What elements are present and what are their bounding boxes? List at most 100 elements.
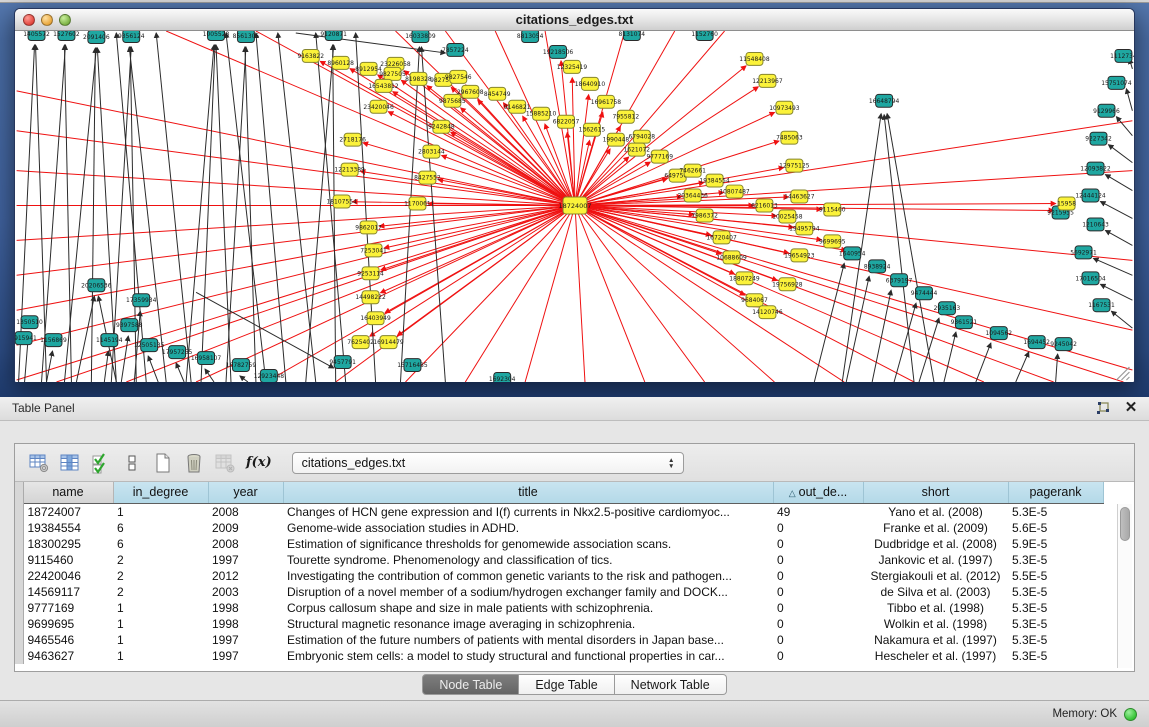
graph-node[interactable]: 1210643 <box>1082 218 1109 231</box>
cell-pagerank[interactable]: 5.3E-5 <box>1008 632 1103 648</box>
graph-node[interactable]: 16961758 <box>591 95 622 108</box>
graph-node[interactable]: 8454749 <box>484 87 511 100</box>
function-builder-button[interactable]: f(x) <box>246 455 272 470</box>
tab-network-table[interactable]: Network Table <box>615 674 727 695</box>
close-panel-button[interactable]: ✕ <box>1123 400 1139 416</box>
table-row[interactable]: 1830029562008Estimation of significance … <box>15 536 1103 552</box>
graph-node[interactable]: 1350510 <box>16 316 43 329</box>
cell-out_degree[interactable]: 0 <box>773 552 863 568</box>
cell-name[interactable]: 9777169 <box>23 600 113 616</box>
show-columns-button[interactable] <box>56 449 84 477</box>
graph-node[interactable]: 16720407 <box>706 231 737 244</box>
cell-short[interactable]: Stergiakouli et al. (2012) <box>863 568 1008 584</box>
graph-node[interactable]: 9227342 <box>1085 132 1112 145</box>
column-header-pagerank[interactable]: pagerank <box>1008 482 1103 503</box>
graph-node[interactable]: 16648794 <box>869 94 900 107</box>
cell-title[interactable]: Estimation of significance thresholds fo… <box>283 536 773 552</box>
cell-pagerank[interactable]: 5.3E-5 <box>1008 648 1103 664</box>
graph-node[interactable]: 12923448 <box>254 370 285 382</box>
cell-out_degree[interactable]: 0 <box>773 632 863 648</box>
graph-node[interactable]: 19384554 <box>699 174 730 187</box>
graph-node[interactable]: 9245042 <box>1050 338 1077 351</box>
vertical-scrollbar[interactable] <box>1117 504 1132 668</box>
table-row[interactable]: 1938455462009Genome-wide association stu… <box>15 520 1103 536</box>
cell-in_degree[interactable]: 1 <box>113 648 208 664</box>
table-row[interactable]: 2242004622012Investigating the contribut… <box>15 568 1103 584</box>
cell-pagerank[interactable]: 5.3E-5 <box>1008 584 1103 600</box>
graph-node[interactable]: 9474444 <box>911 287 938 300</box>
cell-out_degree[interactable]: 0 <box>773 536 863 552</box>
graph-node[interactable]: 8912954 <box>355 62 382 75</box>
cell-pagerank[interactable]: 5.5E-5 <box>1008 568 1103 584</box>
graph-node[interactable]: 12505135 <box>134 339 165 352</box>
graph-node[interactable]: 7986372 <box>691 209 718 222</box>
cell-title[interactable]: Corpus callosum shape and size in male p… <box>283 600 773 616</box>
table-select-dropdown[interactable]: citations_edges.txt ▲▼ <box>292 452 684 474</box>
cell-year[interactable]: 1997 <box>208 552 283 568</box>
graph-node[interactable]: 7857224 <box>442 43 469 56</box>
graph-node[interactable]: 1405572 <box>23 31 50 40</box>
cell-name[interactable]: 9115460 <box>23 552 113 568</box>
table-row[interactable]: 969969511998Structural magnetic resonanc… <box>15 616 1103 632</box>
cell-short[interactable]: Dudbridge et al. (2008) <box>863 536 1008 552</box>
graph-node[interactable]: 16543812 <box>368 79 399 92</box>
cell-out_degree[interactable]: 0 <box>773 648 863 664</box>
cell-name[interactable]: 18724007 <box>23 503 113 520</box>
cell-short[interactable]: Yano et al. (2008) <box>863 503 1008 520</box>
column-header-in_degree[interactable]: in_degree <box>113 482 208 503</box>
cell-name[interactable]: 9463627 <box>23 648 113 664</box>
graph-node[interactable]: 8561305 <box>233 31 260 42</box>
cell-name[interactable]: 18300295 <box>23 536 113 552</box>
window-titlebar[interactable]: citations_edges.txt <box>15 9 1134 31</box>
cell-title[interactable]: Changes of HCN gene expression and I(f) … <box>283 503 773 520</box>
cell-out_degree[interactable]: 49 <box>773 503 863 520</box>
cell-pagerank[interactable]: 5.3E-5 <box>1008 503 1103 520</box>
tab-edge-table[interactable]: Edge Table <box>519 674 614 695</box>
cell-name[interactable]: 22420046 <box>23 568 113 584</box>
graph-node[interactable]: 19654923 <box>784 249 815 262</box>
cell-year[interactable]: 2003 <box>208 584 283 600</box>
cell-name[interactable]: 9699695 <box>23 616 113 632</box>
graph-node[interactable]: 7625402 <box>347 336 374 349</box>
graph-node[interactable]: 11548408 <box>739 52 770 65</box>
graph-node[interactable]: 1694452 <box>1023 336 1050 349</box>
graph-node[interactable]: 10025458 <box>772 210 803 223</box>
cell-short[interactable]: Franke et al. (2009) <box>863 520 1008 536</box>
create-table-button[interactable] <box>149 449 177 477</box>
cell-out_degree[interactable]: 0 <box>773 616 863 632</box>
cell-year[interactable]: 2008 <box>208 503 283 520</box>
cell-in_degree[interactable]: 1 <box>113 632 208 648</box>
graph-node[interactable]: 1362615 <box>579 123 606 136</box>
graph-node[interactable]: 20206536 <box>81 279 112 292</box>
cell-short[interactable]: Hescheler et al. (1997) <box>863 648 1008 664</box>
graph-node[interactable]: 3915941 <box>15 332 37 345</box>
graph-node[interactable]: 1005528 <box>203 31 230 40</box>
cell-title[interactable]: Embryonic stem cells: a model to study s… <box>283 648 773 664</box>
cell-pagerank[interactable]: 5.3E-5 <box>1008 552 1103 568</box>
graph-node[interactable]: 16958107 <box>191 352 222 365</box>
cell-in_degree[interactable]: 1 <box>113 600 208 616</box>
graph-node[interactable]: 1094562 <box>985 327 1012 340</box>
cell-title[interactable]: Estimation of the future numbers of pati… <box>283 632 773 648</box>
select-all-button[interactable] <box>87 449 115 477</box>
graph-node[interactable]: 16914479 <box>373 336 404 349</box>
cell-year[interactable]: 1998 <box>208 616 283 632</box>
tab-node-table[interactable]: Node Table <box>422 674 519 695</box>
graph-node[interactable]: 1170061 <box>404 197 431 210</box>
cell-in_degree[interactable]: 2 <box>113 584 208 600</box>
graph-node[interactable]: 7955812 <box>613 110 640 123</box>
graph-hub-node[interactable]: 18724007 <box>559 197 592 214</box>
graph-node[interactable]: 9684067 <box>741 294 768 307</box>
cell-pagerank[interactable]: 5.3E-5 <box>1008 616 1103 632</box>
graph-node[interactable]: 9163822 <box>297 49 324 62</box>
close-window-button[interactable] <box>23 14 35 26</box>
graph-node[interactable]: 17016504 <box>1075 272 1106 285</box>
cell-year[interactable]: 1998 <box>208 600 283 616</box>
minimize-window-button[interactable] <box>41 14 53 26</box>
cell-title[interactable]: Disruption of a novel member of a sodium… <box>283 584 773 600</box>
cell-short[interactable]: Jankovic et al. (1997) <box>863 552 1008 568</box>
graph-node[interactable]: 17359934 <box>126 294 157 307</box>
cell-out_degree[interactable]: 0 <box>773 584 863 600</box>
table-row[interactable]: 1456911722003Disruption of a novel membe… <box>15 584 1103 600</box>
cell-short[interactable]: Tibbo et al. (1998) <box>863 600 1008 616</box>
